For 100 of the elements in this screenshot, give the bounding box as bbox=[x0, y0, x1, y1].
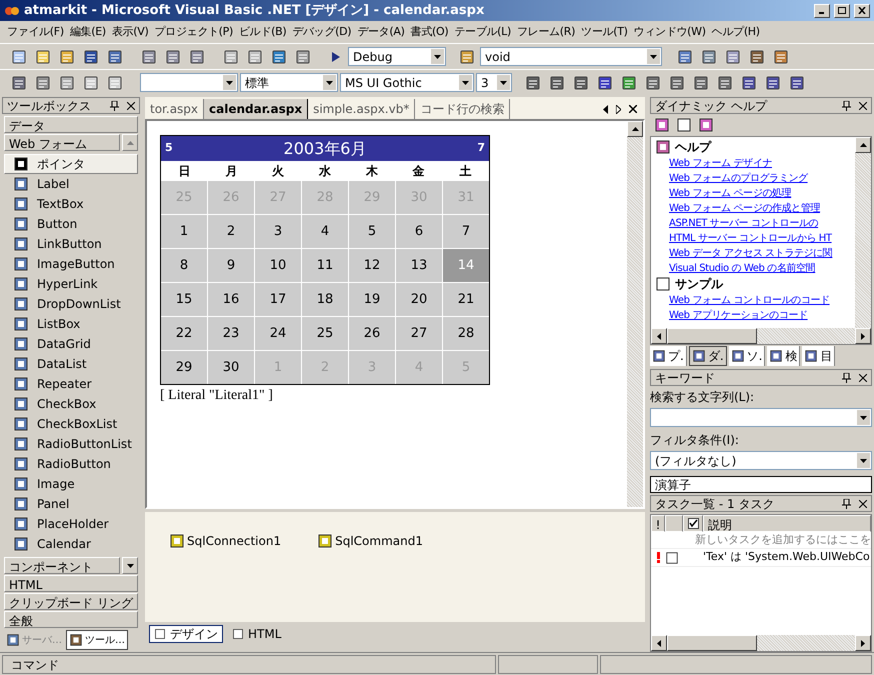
calendar-day[interactable]: 29 bbox=[161, 351, 207, 384]
filter-dropdown[interactable]: (フィルタなし) bbox=[650, 451, 872, 470]
menu-item[interactable]: 編集(E) bbox=[66, 24, 109, 40]
toolbox-section-header[interactable]: コンポーネント bbox=[4, 557, 120, 574]
toolbox-item[interactable]: RadioButton bbox=[4, 454, 138, 474]
panel-tab[interactable]: ソ. bbox=[728, 346, 766, 366]
panel-tab[interactable]: ダ. bbox=[688, 346, 727, 366]
toolbox-section-header[interactable]: Web フォーム bbox=[4, 134, 120, 151]
toolbox-tab[interactable]: ツール… bbox=[66, 630, 128, 650]
search-field[interactable] bbox=[650, 408, 872, 427]
toolbox-item[interactable]: ImageButton bbox=[4, 254, 138, 274]
toolbox-item[interactable]: PlaceHolder bbox=[4, 514, 138, 534]
calendar-day[interactable]: 21 bbox=[443, 283, 489, 316]
font-name-dropdown[interactable]: MS UI Gothic bbox=[340, 73, 474, 92]
scroll-left-icon[interactable] bbox=[603, 104, 608, 114]
font-size-dropdown[interactable]: 3 bbox=[476, 73, 512, 92]
help-link[interactable]: Web フォームのプログラミング bbox=[669, 173, 808, 184]
scroll-up-button[interactable] bbox=[122, 134, 138, 151]
toolbox-item[interactable]: HyperLink bbox=[4, 274, 138, 294]
panel-tab[interactable]: 検 bbox=[767, 346, 800, 366]
block-format-dropdown[interactable] bbox=[140, 73, 238, 92]
help-link[interactable]: Visual Studio の Web の名前空間 bbox=[669, 263, 816, 274]
pin-icon[interactable] bbox=[842, 100, 851, 110]
toolbox-item[interactable]: Repeater bbox=[4, 374, 138, 394]
calendar-day[interactable]: 13 bbox=[396, 249, 442, 282]
calendar-day[interactable]: 3 bbox=[255, 215, 301, 248]
close-icon[interactable] bbox=[859, 374, 867, 382]
calendar-day[interactable]: 22 bbox=[161, 317, 207, 350]
calendar-day[interactable]: 18 bbox=[302, 283, 348, 316]
maximize-button[interactable] bbox=[834, 4, 850, 18]
calendar-day[interactable]: 16 bbox=[208, 283, 254, 316]
calendar-day[interactable]: 23 bbox=[208, 317, 254, 350]
view-tab[interactable]: デザイン bbox=[149, 625, 223, 643]
menu-item[interactable]: フレーム(R) bbox=[514, 24, 578, 40]
calendar-day[interactable]: 20 bbox=[396, 283, 442, 316]
menu-item[interactable]: ウィンドウ(W) bbox=[630, 24, 709, 40]
calendar-day[interactable]: 12 bbox=[349, 249, 395, 282]
calendar-day[interactable]: 5 bbox=[349, 215, 395, 248]
column-header[interactable] bbox=[683, 515, 703, 532]
column-header[interactable]: ! bbox=[651, 515, 665, 532]
toolbox-section-header[interactable]: HTML bbox=[4, 575, 138, 592]
help-link[interactable]: HTML サーバー コントロールから HT bbox=[669, 233, 832, 244]
menu-item[interactable]: プロジェクト(P) bbox=[151, 24, 236, 40]
toolbox-section-header[interactable]: クリップボード リング bbox=[4, 593, 138, 610]
calendar-day[interactable]: 19 bbox=[349, 283, 395, 316]
toolbox-item[interactable]: RadioButtonList bbox=[4, 434, 138, 454]
pin-icon[interactable] bbox=[842, 498, 851, 508]
toolbox-item[interactable]: Image bbox=[4, 474, 138, 494]
calendar-day[interactable]: 6 bbox=[396, 215, 442, 248]
menu-item[interactable]: 表示(V) bbox=[108, 24, 152, 40]
close-button[interactable] bbox=[854, 4, 870, 18]
calendar-day[interactable]: 26 bbox=[349, 317, 395, 350]
calendar-day[interactable]: 30 bbox=[208, 351, 254, 384]
next-month-link[interactable]: 7 bbox=[477, 140, 485, 157]
pin-icon[interactable] bbox=[842, 372, 851, 382]
panel-tab[interactable]: プ. bbox=[650, 346, 687, 366]
toolbox-item[interactable]: TextBox bbox=[4, 194, 138, 214]
help-link[interactable]: Web フォーム コントロールのコード bbox=[669, 295, 830, 306]
menu-item[interactable]: ヘルプ(H) bbox=[708, 24, 763, 40]
calendar-day[interactable]: 17 bbox=[255, 283, 301, 316]
toolbox-item[interactable]: Button bbox=[4, 214, 138, 234]
help-link[interactable]: Web フォーム デザイナ bbox=[669, 158, 772, 169]
calendar-day[interactable]: 9 bbox=[208, 249, 254, 282]
calendar-day[interactable]: 1 bbox=[161, 215, 207, 248]
font-style-dropdown[interactable]: 標準 bbox=[240, 73, 338, 92]
help-link[interactable]: Web データ アクセス ストラテジに関 bbox=[669, 248, 832, 259]
toolbox-item[interactable]: ListBox bbox=[4, 314, 138, 334]
toolbox-item[interactable]: Panel bbox=[4, 494, 138, 514]
menu-item[interactable]: デバッグ(D) bbox=[289, 24, 354, 40]
toolbox-item[interactable]: LinkButton bbox=[4, 234, 138, 254]
component-label[interactable]: SqlCommand1 bbox=[335, 532, 423, 550]
object-dropdown[interactable]: void bbox=[480, 47, 662, 66]
calendar-day[interactable]: 11 bbox=[302, 249, 348, 282]
configuration-dropdown[interactable]: Debug bbox=[348, 47, 446, 66]
help-link[interactable]: Web フォーム ページの作成と管理 bbox=[669, 203, 820, 214]
vertical-scrollbar[interactable] bbox=[627, 121, 643, 507]
toolbox-item[interactable]: CheckBoxList bbox=[4, 414, 138, 434]
help-link[interactable]: Web フォーム ページの処理 bbox=[669, 188, 792, 199]
vertical-scrollbar[interactable] bbox=[855, 137, 871, 328]
keyword-list[interactable]: 演算子 bbox=[650, 476, 872, 493]
toolbox-item[interactable]: DataGrid bbox=[4, 334, 138, 354]
close-icon[interactable] bbox=[859, 102, 867, 110]
minimize-button[interactable] bbox=[814, 4, 830, 18]
toolbox-item[interactable]: DataList bbox=[4, 354, 138, 374]
calendar-day[interactable]: 15 bbox=[161, 283, 207, 316]
horizontal-scrollbar[interactable] bbox=[651, 635, 871, 651]
calendar-day[interactable]: 28 bbox=[443, 317, 489, 350]
panel-tab[interactable]: 目 bbox=[802, 346, 836, 366]
pin-icon[interactable] bbox=[110, 100, 119, 110]
toolbox-section-header[interactable]: 全般 bbox=[4, 611, 138, 628]
calendar-day[interactable]: 4 bbox=[302, 215, 348, 248]
scroll-down-button[interactable] bbox=[122, 557, 138, 574]
menu-item[interactable]: テーブル(L) bbox=[451, 24, 514, 40]
toolbox-section-header[interactable]: データ bbox=[4, 116, 138, 133]
horizontal-scrollbar[interactable] bbox=[651, 328, 871, 344]
close-icon[interactable] bbox=[629, 105, 637, 113]
start-icon[interactable] bbox=[332, 52, 340, 62]
prev-month-link[interactable]: 5 bbox=[165, 140, 173, 157]
calendar-day[interactable]: 8 bbox=[161, 249, 207, 282]
close-icon[interactable] bbox=[127, 102, 135, 110]
